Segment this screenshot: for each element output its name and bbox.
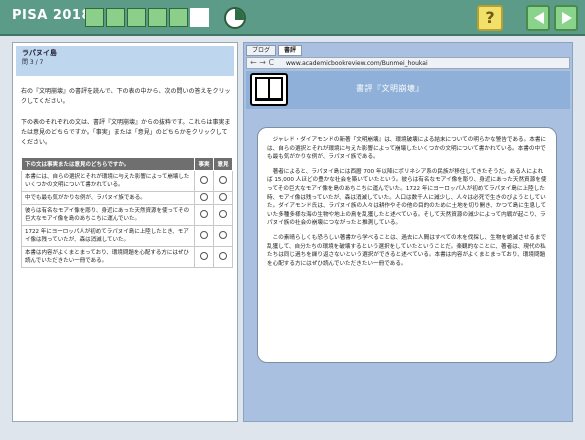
table-header: 下の文は事実または意見のどちらですか。 <box>21 157 195 171</box>
fact-radio[interactable] <box>200 175 208 184</box>
opinion-radio[interactable] <box>219 192 227 201</box>
progress-segment <box>85 8 104 27</box>
opinion-radio[interactable] <box>219 251 227 260</box>
fact-radio[interactable] <box>200 230 208 239</box>
browser-nav-icons[interactable]: ← → C <box>250 58 274 68</box>
table-row: 1722 年にヨーロッパ人が初めてラパヌイ島に上陸したとき、モアイ像は残っていた… <box>21 225 233 247</box>
progress-segment <box>148 8 167 27</box>
progress-segment-current <box>190 8 209 27</box>
article-paragraph: ジャレド・ダイアモンドの新著『文明崩壊』は、環境破壊による結末についての明らかな… <box>267 137 547 161</box>
browser-panel: ブログ 書評 ← → C www.academicbookreview.com/… <box>243 42 573 422</box>
table-row: 彼らは有名なモアイ像を彫り、身近にあった天然資源を使ってその巨大なモアイ像を島の… <box>21 204 233 226</box>
progress-segment <box>106 8 125 27</box>
instruction-text: 下の表のそれぞれの文は、書評『文明崩壊』からの抜粋です。これらは事実または意見の… <box>21 119 231 146</box>
previous-button[interactable] <box>526 5 550 31</box>
fact-radio[interactable] <box>200 192 208 201</box>
fact-radio[interactable] <box>200 209 208 218</box>
fact-opinion-table: 下の文は事実または意見のどちらですか。 事実 意見 本書には、自らの選択とそれが… <box>21 157 233 268</box>
question-title: ラパヌイ島 <box>22 49 57 57</box>
top-bar: PISA 2018 ? <box>0 0 585 36</box>
page-title: 書評『文明崩壊』 <box>356 84 424 93</box>
arrow-right-icon <box>562 12 572 24</box>
timer-icon <box>224 7 246 29</box>
opinion-radio[interactable] <box>219 230 227 239</box>
question-panel: ラパヌイ島 問 3 / 7 右の『文明崩壊』の書評を読んで、下の表の中から、次の… <box>12 42 238 422</box>
statement-text: 中でも最も気がかりな例が、ラパヌイ族である。 <box>21 191 195 205</box>
browser-tabs: ブログ 書評 <box>246 45 303 56</box>
progress-segment <box>169 8 188 27</box>
address-bar: ← → C www.academicbookreview.com/Bunmei_… <box>246 57 570 69</box>
progress-bar <box>85 8 209 27</box>
statement-text: 1722 年にヨーロッパ人が初めてラパヌイ島に上陸したとき、モアイ像は残っていた… <box>21 225 195 247</box>
url-text: www.academicbookreview.com/Bunmei_houkai <box>286 60 428 67</box>
fact-radio[interactable] <box>200 251 208 260</box>
statement-text: 彼らは有名なモアイ像を彫り、身近にあった天然資源を使ってその巨大なモアイ像を島の… <box>21 204 195 226</box>
article-paragraph: 著者によると、ラパヌイ島には西暦 700 年以降にポリネシア系の民族が移住してき… <box>267 168 547 227</box>
app-title: PISA 2018 <box>12 8 91 23</box>
help-button[interactable]: ? <box>477 5 503 31</box>
question-header: ラパヌイ島 問 3 / 7 <box>16 46 234 76</box>
table-row: 本書は内容がよくまとまっており、環境問題を心配する方にはぜひ読んでいただきたい一… <box>21 246 233 268</box>
page-banner: 書評『文明崩壊』 <box>246 71 570 109</box>
table-header-fact: 事実 <box>194 157 214 171</box>
table-row: 本書には、自らの選択とそれが環境に与えた影響によって崩壊したいくつかの文明につい… <box>21 170 233 192</box>
progress-segment <box>127 8 146 27</box>
statement-text: 本書は内容がよくまとまっており、環境問題を心配する方にはぜひ読んでいただきたい一… <box>21 246 195 268</box>
article-paragraph: この素晴らしくも恐ろしい著書から学べることは、過去に人間はすべての木を伐採し、生… <box>267 234 547 267</box>
review-article: ジャレド・ダイアモンドの新著『文明崩壊』は、環境破壊による結末についての明らかな… <box>257 127 557 363</box>
tab-blog[interactable]: ブログ <box>246 45 277 56</box>
table-header-opinion: 意見 <box>213 157 233 171</box>
question-number: 問 3 / 7 <box>22 59 44 66</box>
opinion-radio[interactable] <box>219 175 227 184</box>
table-row: 中でも最も気がかりな例が、ラパヌイ族である。 <box>21 191 233 205</box>
statement-text: 本書には、自らの選択とそれが環境に与えた影響によって崩壊したいくつかの文明につい… <box>21 170 195 192</box>
arrow-left-icon <box>534 12 544 24</box>
open-book-icon <box>250 73 288 106</box>
tab-review[interactable]: 書評 <box>278 45 303 56</box>
opinion-radio[interactable] <box>219 209 227 218</box>
next-button[interactable] <box>554 5 578 31</box>
instruction-text: 右の『文明崩壊』の書評を読んで、下の表の中から、次の問いの答えをクリックしてくだ… <box>21 88 231 105</box>
